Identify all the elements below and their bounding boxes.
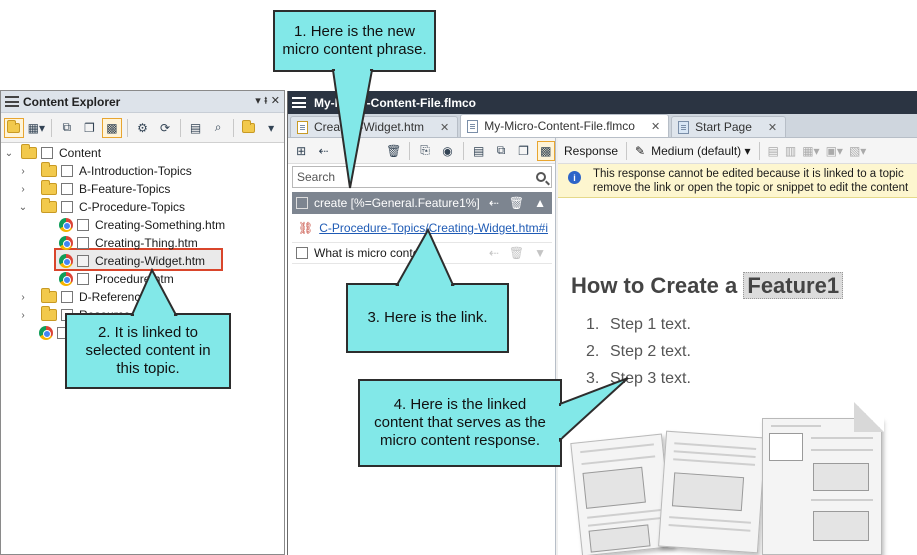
callout-4-pointer [558, 377, 629, 443]
